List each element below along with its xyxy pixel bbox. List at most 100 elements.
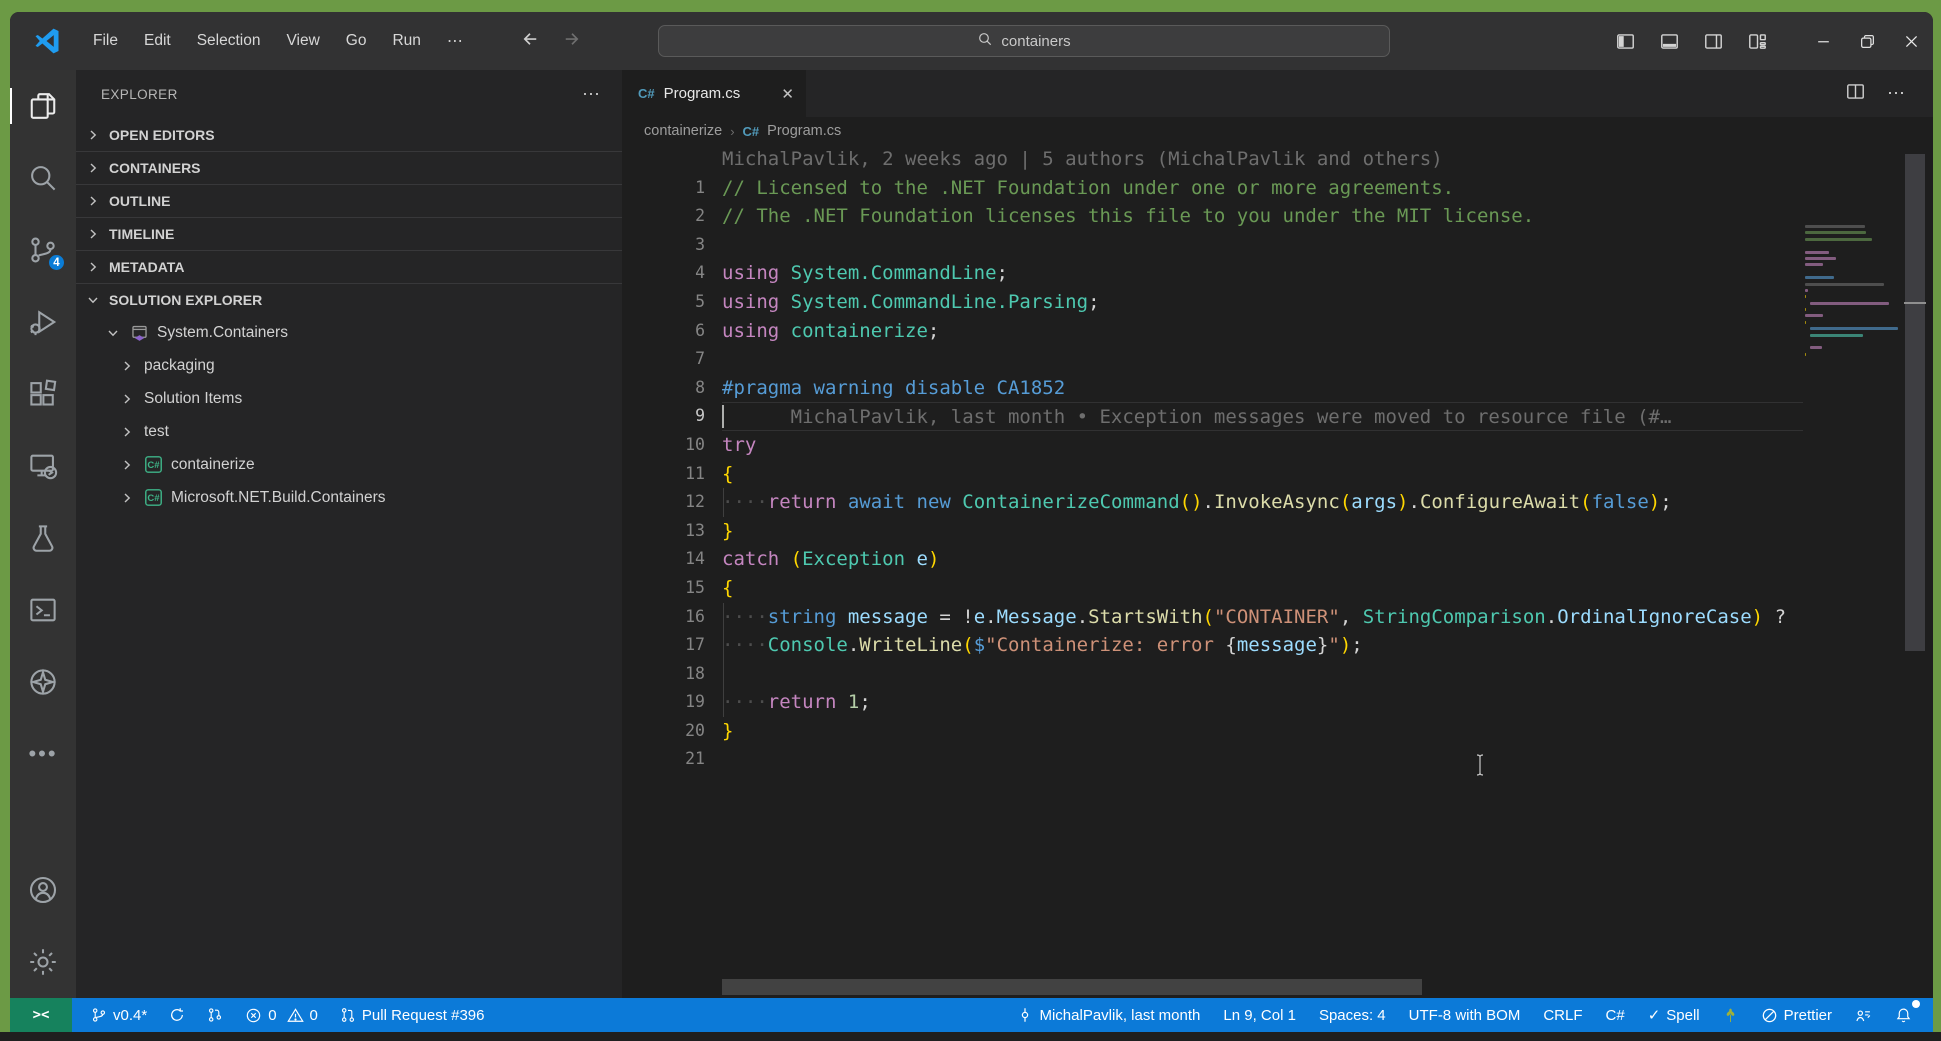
source-control-icon[interactable]: 4: [19, 226, 67, 274]
feedback-status[interactable]: [1848, 1002, 1879, 1028]
section-label: CONTAINERS: [109, 160, 201, 176]
forward-arrow-icon[interactable]: [562, 29, 582, 54]
wheat-extension-status[interactable]: [1716, 1002, 1745, 1028]
line-number-gutter[interactable]: 123456789101112131415161718192021: [622, 145, 722, 774]
encoding-status[interactable]: UTF-8 with BOM: [1402, 1002, 1528, 1028]
back-arrow-icon[interactable]: [520, 29, 540, 54]
minimap[interactable]: [1805, 225, 1905, 366]
code-lines[interactable]: MichalPavlik, 2 weeks ago | 5 authors (M…: [722, 145, 1803, 774]
git-branch-icon: [91, 1007, 107, 1023]
breadcrumb-file[interactable]: Program.cs: [767, 123, 841, 139]
editor-group: C# Program.cs ✕ ⋯ containerize › C# Prog…: [622, 70, 1933, 998]
status-left: v0.4* 0 0: [84, 1002, 491, 1028]
tree-item-test[interactable]: test: [76, 415, 622, 448]
close-button[interactable]: [1889, 12, 1933, 70]
line-blame-status[interactable]: MichalPavlik, last month: [1010, 1002, 1207, 1028]
prettier-status[interactable]: Prettier: [1754, 1002, 1839, 1028]
cursor-position-status[interactable]: Ln 9, Col 1: [1216, 1002, 1303, 1028]
mouse-text-cursor: [1475, 753, 1485, 781]
section-outline[interactable]: OUTLINE: [76, 184, 622, 217]
section-containers[interactable]: CONTAINERS: [76, 151, 622, 184]
tree-item-ms-net-build-containers[interactable]: C# Microsoft.NET.Build.Containers: [76, 481, 622, 514]
menu-go[interactable]: Go: [333, 26, 380, 56]
horizontal-scrollbar[interactable]: [722, 979, 1422, 995]
command-center-search[interactable]: containers: [658, 25, 1390, 57]
explorer-more-actions-icon[interactable]: ⋯: [582, 84, 602, 105]
tree-item-containerize[interactable]: C# containerize: [76, 448, 622, 481]
chevron-right-icon: [84, 159, 102, 177]
section-open-editors[interactable]: OPEN EDITORS: [76, 118, 622, 151]
menu-file[interactable]: File: [80, 26, 131, 56]
vscode-logo-icon: [32, 26, 62, 56]
svg-text:C#: C#: [147, 460, 160, 471]
blame-label: MichalPavlik, last month: [1039, 1007, 1200, 1024]
menu-selection[interactable]: Selection: [184, 26, 274, 56]
pull-request-status[interactable]: Pull Request #396: [333, 1002, 492, 1028]
branch-status[interactable]: v0.4*: [84, 1002, 154, 1028]
settings-gear-icon[interactable]: [19, 938, 67, 986]
indentation-status[interactable]: Spaces: 4: [1312, 1002, 1393, 1028]
section-label: TIMELINE: [109, 226, 174, 242]
tree-item-solution-items[interactable]: Solution Items: [76, 382, 622, 415]
search-view-icon[interactable]: [19, 154, 67, 202]
terminal-icon[interactable]: [19, 586, 67, 634]
section-solution-explorer[interactable]: SOLUTION EXPLORER: [76, 283, 622, 316]
vertical-scrollbar[interactable]: [1904, 150, 1926, 998]
gitlens-icon: [207, 1007, 223, 1023]
menu-edit[interactable]: Edit: [131, 26, 184, 56]
restore-button[interactable]: [1845, 12, 1889, 70]
chevron-right-icon: [118, 423, 136, 441]
warning-icon: [287, 1007, 304, 1024]
section-metadata[interactable]: METADATA: [76, 250, 622, 283]
remote-indicator[interactable]: ><: [10, 998, 72, 1032]
toggle-panel-icon[interactable]: [1647, 12, 1691, 70]
minimize-button[interactable]: [1801, 12, 1845, 70]
error-icon: [245, 1007, 262, 1024]
status-bar: >< v0.4*: [10, 998, 1933, 1032]
customize-layout-icon[interactable]: [1735, 12, 1779, 70]
problems-status[interactable]: 0 0: [238, 1002, 325, 1028]
solution-icon: [130, 323, 149, 342]
more-views-icon[interactable]: •••: [19, 730, 67, 778]
tab-close-icon[interactable]: ✕: [781, 85, 794, 103]
chevron-right-icon: [118, 456, 136, 474]
language-status[interactable]: C#: [1599, 1002, 1632, 1028]
horizontal-scrollbar-thumb[interactable]: [722, 979, 1422, 995]
menu-run[interactable]: Run: [379, 26, 433, 56]
code-viewport[interactable]: 123456789101112131415161718192021 Michal…: [622, 145, 1933, 998]
editor-more-actions-icon[interactable]: ⋯: [1887, 83, 1907, 104]
spell-status[interactable]: ✓ Spell: [1641, 1002, 1707, 1028]
vertical-scrollbar-thumb[interactable]: [1905, 154, 1925, 651]
chevron-down-icon: [84, 291, 102, 309]
breadcrumb: containerize › C# Program.cs: [622, 117, 1933, 145]
tree-item-solution[interactable]: System.Containers: [76, 316, 622, 349]
chevron-right-icon: [84, 225, 102, 243]
tree-item-packaging[interactable]: packaging: [76, 349, 622, 382]
activity-bar-top: 4 •••: [19, 82, 67, 778]
eol-status[interactable]: CRLF: [1536, 1002, 1589, 1028]
tab-bar: C# Program.cs ✕ ⋯: [622, 70, 1933, 117]
sync-status[interactable]: [162, 1002, 192, 1028]
encoding-label: UTF-8 with BOM: [1409, 1007, 1521, 1024]
menu-overflow-icon[interactable]: ⋯: [434, 25, 478, 57]
split-editor-icon[interactable]: [1846, 82, 1865, 106]
explorer-icon[interactable]: [19, 82, 67, 130]
extensions-icon[interactable]: [19, 370, 67, 418]
testing-icon[interactable]: [19, 514, 67, 562]
section-timeline[interactable]: TIMELINE: [76, 217, 622, 250]
notifications-status[interactable]: [1888, 1002, 1919, 1028]
tab-label: Program.cs: [664, 85, 741, 102]
menu-bar: File Edit Selection View Go Run ⋯: [80, 25, 478, 57]
toggle-sidebar-icon[interactable]: [1603, 12, 1647, 70]
breadcrumb-folder[interactable]: containerize: [644, 123, 722, 139]
gitlens-status[interactable]: [200, 1002, 230, 1028]
toggle-secondary-sidebar-icon[interactable]: [1691, 12, 1735, 70]
menu-view[interactable]: View: [273, 26, 332, 56]
tab-program-cs[interactable]: C# Program.cs ✕: [622, 70, 806, 117]
accounts-icon[interactable]: [19, 866, 67, 914]
csharp-project-icon: C#: [144, 488, 163, 507]
compass-extension-icon[interactable]: [19, 658, 67, 706]
explorer-sidebar: EXPLORER ⋯ OPEN EDITORS CONTAINERS OUTLI…: [76, 70, 622, 998]
remote-explorer-icon[interactable]: [19, 442, 67, 490]
run-debug-icon[interactable]: [19, 298, 67, 346]
